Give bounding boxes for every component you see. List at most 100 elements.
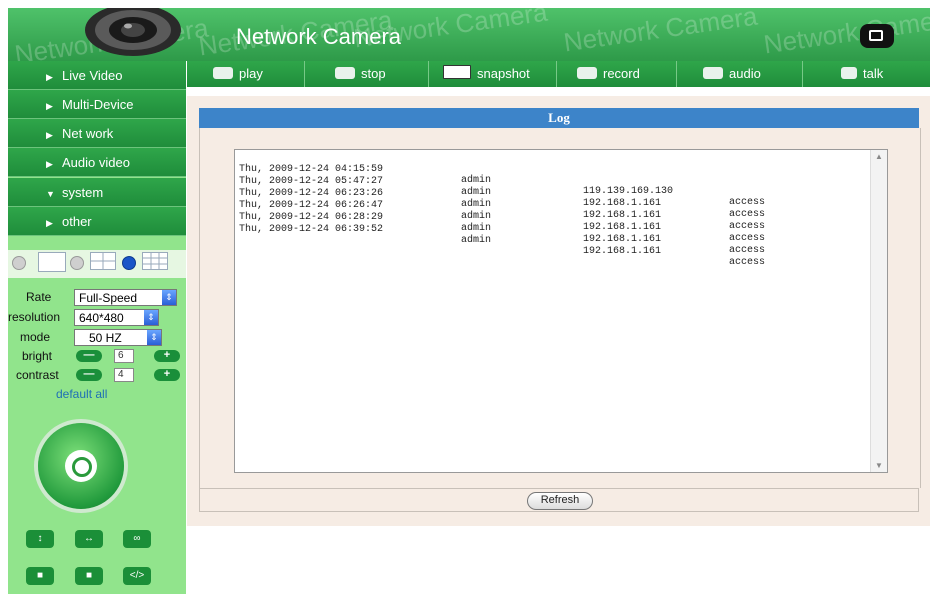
rate-value: Full-Speed xyxy=(79,291,138,305)
contrast-label: contrast xyxy=(16,368,59,382)
bright-label: bright xyxy=(22,349,53,363)
play-label: play xyxy=(239,66,263,81)
sidebar-item-live-video[interactable]: ▶ Live Video xyxy=(8,61,186,90)
stop-icon xyxy=(335,67,355,79)
log-scrollbar[interactable]: ▲ ▼ xyxy=(870,150,887,472)
fullscreen-icon[interactable] xyxy=(860,24,894,48)
layout-radio-9[interactable] xyxy=(122,256,136,270)
stop-button[interactable]: stop xyxy=(305,61,429,87)
contrast-increase-button[interactable]: + xyxy=(154,369,180,381)
sidebar-item-system[interactable]: ▼ system xyxy=(8,178,186,207)
log-ip: 192.168.1.161 xyxy=(583,198,662,209)
sidebar-item-label: Multi-Device xyxy=(62,97,134,112)
log-user: admin xyxy=(461,187,492,198)
output-off-button[interactable]: ■ xyxy=(75,567,103,585)
triangle-right-icon: ▶ xyxy=(46,130,53,140)
vertical-patrol-button[interactable]: ↕ xyxy=(26,530,54,548)
resolution-value: 640*480 xyxy=(79,311,124,325)
talk-label: talk xyxy=(863,66,884,81)
mode-select[interactable]: 50 HZ ⇕ xyxy=(74,329,162,346)
sidebar-item-audio-video[interactable]: ▶ Audio video xyxy=(8,148,186,177)
quad-view-icon xyxy=(90,252,116,270)
app-title: Network Camera xyxy=(236,24,402,49)
bright-decrease-button[interactable]: — xyxy=(76,350,102,362)
output-on-button[interactable]: ■ xyxy=(26,567,54,585)
horizontal-patrol-button[interactable]: ↔ xyxy=(75,530,103,548)
camera-logo-icon xyxy=(85,8,181,56)
code-icon[interactable]: </> xyxy=(123,567,151,585)
log-footer: Refresh xyxy=(199,488,919,512)
snapshot-label: snapshot xyxy=(477,66,530,81)
toolbar: play stop snapshot record audio talk xyxy=(187,61,930,87)
log-title: Log xyxy=(199,108,919,128)
record-label: record xyxy=(603,66,640,81)
log-user: admin xyxy=(461,199,492,210)
log-ip: 192.168.1.161 xyxy=(583,222,662,233)
log-action: access xyxy=(729,245,766,256)
triangle-right-icon: ▶ xyxy=(46,218,53,228)
contrast-input[interactable]: 4 xyxy=(114,368,134,382)
log-user: admin xyxy=(461,175,492,186)
snapshot-button[interactable]: snapshot xyxy=(429,61,557,87)
resolution-select[interactable]: 640*480 ⇕ xyxy=(74,309,159,326)
sidebar: ▶ Live Video ▶ Multi-Device ▶ Net work ▶ Aud… xyxy=(8,61,186,594)
watermark-text: Network Camera xyxy=(761,8,930,60)
sidebar-item-network[interactable]: ▶ Net work xyxy=(8,119,186,148)
sidebar-item-label: system xyxy=(62,185,104,200)
log-ip: 192.168.1.161 xyxy=(583,210,662,221)
sidebar-item-label: other xyxy=(62,214,92,229)
sidebar-item-label: Live Video xyxy=(62,68,123,83)
single-view-icon xyxy=(38,252,66,272)
spinner-icon: ⇕ xyxy=(147,330,161,345)
log-datetime: Thu, 2009-12-24 06:39:52 xyxy=(239,224,384,235)
play-icon xyxy=(213,67,233,79)
speaker-icon xyxy=(703,67,723,79)
audio-button[interactable]: audio xyxy=(677,61,803,87)
bright-increase-button[interactable]: + xyxy=(154,350,180,362)
app-header: Network Camera Network Camera Network Ca… xyxy=(8,8,930,61)
log-ip: 192.168.1.161 xyxy=(583,246,662,257)
sidebar-item-multi-device[interactable]: ▶ Multi-Device xyxy=(8,90,186,119)
default-all-link[interactable]: default all xyxy=(56,387,107,401)
microphone-icon xyxy=(841,67,857,79)
contrast-decrease-button[interactable]: — xyxy=(76,369,102,381)
sidebar-item-label: Audio video xyxy=(62,155,130,170)
record-icon xyxy=(577,67,597,79)
stop-label: stop xyxy=(361,66,386,81)
sidebar-item-other[interactable]: ▶ other xyxy=(8,207,186,236)
bright-input[interactable]: 6 xyxy=(114,349,134,363)
rate-select[interactable]: Full-Speed ⇕ xyxy=(74,289,177,306)
log-action: access xyxy=(729,257,766,268)
triangle-down-icon: ▼ xyxy=(46,189,55,199)
triangle-right-icon: ▶ xyxy=(46,159,53,169)
log-action: access xyxy=(729,233,766,244)
record-button[interactable]: record xyxy=(557,61,677,87)
log-action: access xyxy=(729,209,766,220)
log-body: Thu, 2009-12-24 04:15:59 admin 119.139.1… xyxy=(199,128,921,488)
resolution-label: resolution xyxy=(8,310,61,324)
log-ip: 192.168.1.161 xyxy=(583,234,662,245)
layout-radio-4[interactable] xyxy=(70,256,84,270)
ptz-center-icon[interactable] xyxy=(65,450,97,482)
refresh-button[interactable]: Refresh xyxy=(527,492,593,510)
log-action: access xyxy=(729,221,766,232)
log-ip: 119.139.169.130 xyxy=(583,186,674,197)
log-row: Thu, 2009-12-24 06:39:52 admin 192.168.1… xyxy=(239,213,765,279)
log-user: admin xyxy=(461,211,492,222)
scroll-down-icon[interactable]: ▼ xyxy=(875,461,883,470)
snapshot-icon xyxy=(443,65,471,79)
triangle-right-icon: ▶ xyxy=(46,101,53,111)
log-textarea[interactable]: Thu, 2009-12-24 04:15:59 admin 119.139.1… xyxy=(234,149,888,473)
watermark-text: Network Camera xyxy=(561,8,760,58)
triangle-right-icon: ▶ xyxy=(46,72,53,82)
ptz-control[interactable] xyxy=(38,423,124,509)
loop-patrol-button[interactable]: ∞ xyxy=(123,530,151,548)
main-panel: Log Thu, 2009-12-24 04:15:59 admin 119.1… xyxy=(187,96,930,526)
talk-button[interactable]: talk xyxy=(803,61,930,87)
layout-radio-1[interactable] xyxy=(12,256,26,270)
play-button[interactable]: play xyxy=(187,61,305,87)
mode-label: mode xyxy=(20,330,51,344)
audio-label: audio xyxy=(729,66,761,81)
scroll-up-icon[interactable]: ▲ xyxy=(875,152,883,161)
spinner-icon: ⇕ xyxy=(144,310,158,325)
